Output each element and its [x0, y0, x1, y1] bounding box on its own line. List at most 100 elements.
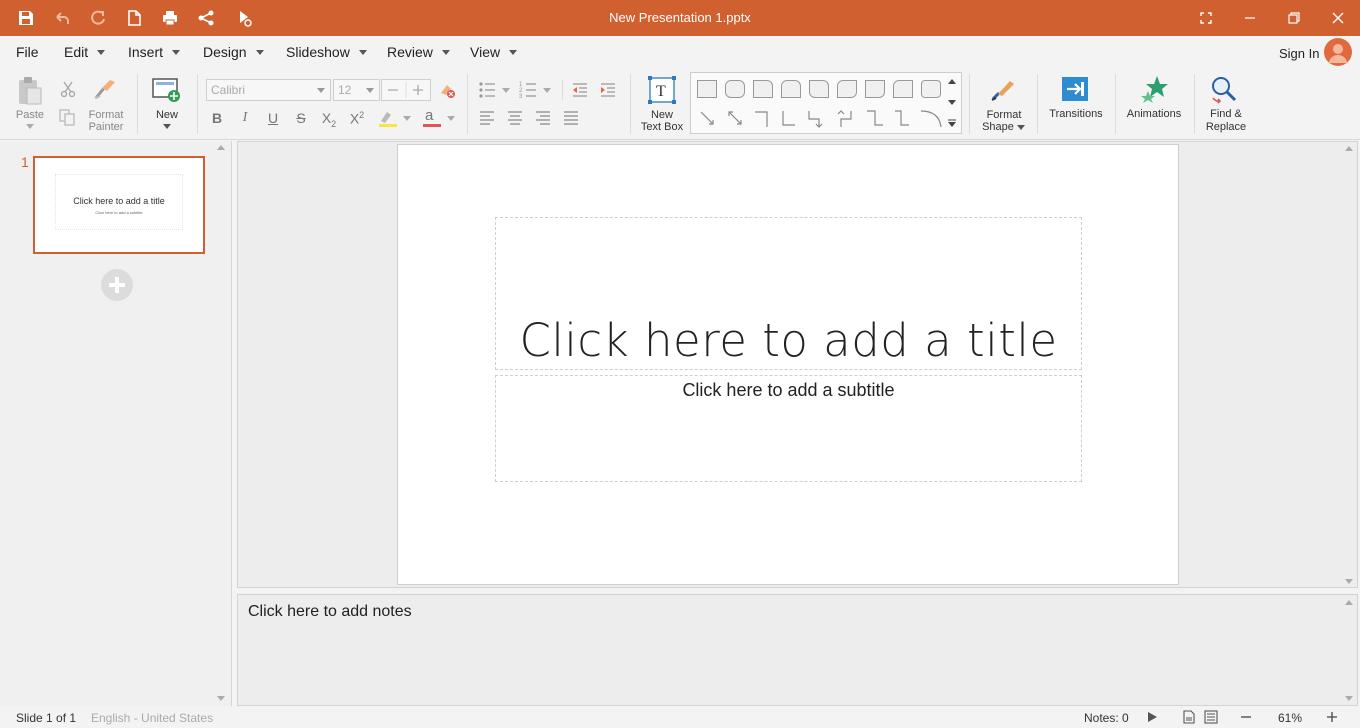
subscript-icon[interactable]: X2 — [319, 110, 339, 129]
copy-icon[interactable] — [58, 108, 76, 126]
chevron-down-icon — [441, 50, 450, 55]
play-slideshow-icon[interactable] — [1146, 711, 1158, 723]
notes-scroll-up-icon[interactable] — [1345, 600, 1353, 605]
underline-icon[interactable]: U — [263, 110, 283, 126]
shape-snip-corner-rectangle[interactable] — [893, 80, 913, 98]
shape-rounded-rectangle[interactable] — [725, 80, 745, 98]
align-left-icon[interactable] — [479, 110, 495, 126]
shape-frame[interactable] — [921, 80, 941, 98]
menu-view[interactable]: View — [470, 44, 518, 60]
shape-snip-diagonal-rectangle[interactable] — [809, 80, 829, 98]
subtitle-placeholder[interactable]: Click here to add a subtitle — [495, 375, 1082, 482]
format-shape-label-1: Format — [986, 109, 1022, 121]
slide-thumbnail[interactable]: Click here to add a title Click here to … — [33, 156, 205, 254]
notes-count[interactable]: Notes: 0 — [1084, 711, 1129, 725]
chevron-down-icon — [317, 88, 325, 93]
find-replace-icon[interactable] — [1210, 76, 1238, 104]
zoom-out-icon[interactable] — [1240, 711, 1252, 723]
font-name-select[interactable]: Calibri — [206, 79, 331, 101]
normal-view-icon[interactable] — [1182, 710, 1196, 724]
gallery-scroll-down-icon[interactable] — [948, 100, 956, 105]
add-slide-button[interactable] — [101, 269, 133, 301]
format-painter-icon[interactable] — [92, 76, 118, 102]
decrease-indent-icon[interactable] — [571, 81, 589, 99]
new-slide-dropdown-icon[interactable] — [163, 124, 171, 129]
panel-scroll-up-icon[interactable] — [217, 145, 225, 150]
justify-icon[interactable] — [563, 110, 579, 126]
slide-canvas[interactable]: Click here to add a title Click here to … — [397, 144, 1179, 585]
zoom-level[interactable]: 61% — [1278, 711, 1302, 725]
paste-icon[interactable] — [17, 76, 43, 106]
bold-icon[interactable]: B — [207, 110, 227, 126]
sign-in-link[interactable]: Sign In — [1279, 46, 1319, 61]
clear-formatting-icon[interactable] — [438, 81, 456, 99]
new-slide-icon[interactable] — [152, 78, 182, 104]
redo-icon[interactable] — [89, 9, 107, 27]
notes-pane[interactable]: Click here to add notes — [237, 594, 1358, 706]
shape-round-top-rectangle[interactable] — [781, 80, 801, 98]
restore-icon[interactable] — [1285, 9, 1303, 27]
increase-indent-icon[interactable] — [599, 81, 617, 99]
shapes-gallery[interactable] — [690, 72, 962, 134]
save-icon[interactable] — [17, 9, 35, 27]
chevron-down-icon — [97, 50, 106, 55]
subtitle-placeholder-text: Click here to add a subtitle — [682, 380, 895, 400]
menu-review-label: Review — [387, 44, 433, 60]
animations-icon[interactable] — [1140, 75, 1170, 103]
minimize-icon[interactable] — [1241, 9, 1259, 27]
menu-design-label: Design — [203, 44, 247, 60]
transitions-icon[interactable] — [1061, 76, 1089, 102]
notes-scroll-down-icon[interactable] — [1345, 696, 1353, 701]
new-document-icon[interactable] — [125, 9, 143, 27]
bullet-list-icon[interactable] — [478, 81, 512, 99]
menu-edit[interactable]: Edit — [64, 44, 106, 60]
superscript-icon[interactable]: X2 — [347, 110, 367, 127]
menu-edit-label: Edit — [64, 44, 89, 60]
gallery-expand-icon[interactable] — [948, 119, 956, 127]
thumb-title: Click here to add a title — [73, 196, 165, 206]
undo-icon[interactable] — [53, 9, 71, 27]
font-color-icon[interactable]: a — [421, 107, 457, 129]
paste-dropdown-icon[interactable] — [26, 124, 34, 129]
shape-rectangle[interactable] — [697, 80, 717, 98]
italic-icon[interactable]: I — [235, 110, 255, 126]
new-slide-label: New — [155, 109, 178, 121]
strikethrough-icon[interactable]: S — [291, 110, 311, 126]
align-right-icon[interactable] — [535, 110, 551, 126]
canvas-scroll-up-icon[interactable] — [1345, 146, 1353, 151]
title-placeholder[interactable]: Click here to add a title — [495, 217, 1082, 370]
panel-scroll-down-icon[interactable] — [217, 696, 225, 701]
zoom-in-icon[interactable] — [1326, 711, 1338, 723]
shape-round-diagonal-rectangle[interactable] — [837, 80, 857, 98]
text-box-icon[interactable]: T — [648, 76, 676, 104]
language-indicator[interactable]: English - United States — [91, 711, 213, 725]
font-size-stepper[interactable] — [381, 79, 431, 101]
highlight-color-icon[interactable] — [377, 109, 413, 129]
menu-review[interactable]: Review — [387, 44, 450, 60]
format-shape-icon[interactable] — [990, 77, 1016, 103]
shape-snip-rectangle[interactable] — [753, 80, 773, 98]
status-bar: Slide 1 of 1 English - United States Not… — [0, 707, 1360, 728]
menu-insert[interactable]: Insert — [128, 44, 181, 60]
format-shape-label-2: Shape — [982, 121, 1014, 133]
share-icon[interactable] — [197, 9, 215, 27]
numbered-list-icon[interactable]: 123 — [519, 81, 553, 99]
cut-icon[interactable] — [59, 80, 77, 98]
outline-view-icon[interactable] — [1204, 710, 1218, 724]
print-icon[interactable] — [161, 9, 179, 27]
avatar[interactable] — [1324, 38, 1352, 66]
gallery-scroll-up-icon[interactable] — [948, 79, 956, 84]
slideshow-from-start-icon[interactable] — [236, 9, 254, 27]
close-icon[interactable] — [1329, 9, 1347, 27]
menu-slideshow[interactable]: Slideshow — [286, 44, 367, 60]
format-shape-dropdown-icon[interactable] — [1017, 125, 1025, 130]
menu-design[interactable]: Design — [203, 44, 264, 60]
canvas-scroll-down-icon[interactable] — [1345, 579, 1353, 584]
font-size-select[interactable]: 12 — [333, 79, 380, 101]
connector-shapes[interactable] — [695, 107, 949, 131]
fullscreen-icon[interactable] — [1197, 9, 1215, 27]
menu-file[interactable]: File — [16, 44, 39, 60]
transitions-label: Transitions — [1049, 108, 1103, 120]
align-center-icon[interactable] — [507, 110, 523, 126]
shape-round-corner-rectangle[interactable] — [865, 80, 885, 98]
